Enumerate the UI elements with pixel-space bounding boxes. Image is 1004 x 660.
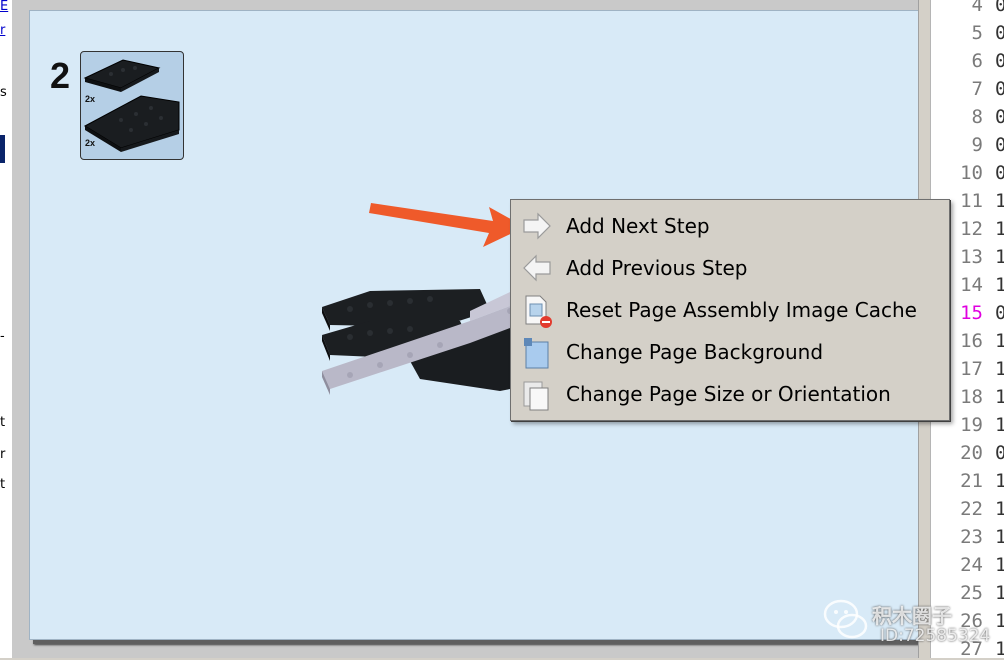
code-line[interactable]: 0 [995, 442, 1004, 464]
line-number: 10 [960, 162, 983, 184]
watermark-id: ID:72585324 [880, 626, 991, 646]
part-wedge-plate-image [83, 95, 180, 149]
line-number: 20 [960, 442, 983, 464]
code-line[interactable]: 1 [995, 414, 1004, 436]
menu-item-label: Reset Page Assembly Image Cache [566, 298, 917, 322]
menu-item-add-previous-step[interactable]: Add Previous Step [512, 248, 948, 288]
menu-item-label: Add Next Step [566, 214, 710, 238]
menu-item-label: Change Page Size or Orientation [566, 382, 891, 406]
left-fragment[interactable]: r [0, 24, 5, 38]
line-number: 6 [971, 50, 983, 72]
menu-item-change-page-background[interactable]: Change Page Background [512, 332, 948, 372]
page-background-icon [512, 332, 558, 372]
line-number: 21 [960, 470, 983, 492]
code-line[interactable]: 1 [995, 358, 1004, 380]
watermark-title: 积木圈子 [872, 604, 952, 628]
code-line[interactable]: 0 [995, 0, 1004, 16]
line-number: 5 [971, 22, 983, 44]
left-fragment: - [0, 329, 5, 344]
code-line[interactable]: 1 [995, 330, 1004, 352]
menu-item-label: Add Previous Step [566, 256, 748, 280]
line-number: 4 [971, 0, 983, 16]
menu-item-change-page-size[interactable]: Change Page Size or Orientation [512, 374, 948, 414]
wechat-logo-icon [823, 599, 868, 639]
code-line[interactable]: 1 [995, 498, 1004, 520]
menu-item-label: Change Page Background [566, 340, 824, 364]
code-line[interactable]: 1 [995, 386, 1004, 408]
arrow-right-icon [512, 206, 558, 246]
part-quantity: 2x [85, 138, 96, 148]
line-number: 7 [971, 78, 983, 100]
reset-cache-icon [512, 290, 558, 330]
code-line[interactable]: 1 [995, 470, 1004, 492]
code-line[interactable]: 1 [995, 246, 1004, 268]
code-line[interactable]: 0 [995, 78, 1004, 100]
code-line[interactable]: 0 [995, 106, 1004, 128]
selection-bar [0, 135, 5, 163]
part-quantity: 2x [85, 94, 96, 104]
line-number: 9 [971, 134, 983, 156]
code-line[interactable]: 1 [995, 526, 1004, 548]
menu-item-add-next-step[interactable]: Add Next Step [512, 206, 948, 246]
step-number[interactable]: 2 [50, 55, 70, 97]
page-size-icon [512, 374, 558, 414]
left-fragment: t [0, 477, 6, 492]
code-line[interactable]: 0 [995, 302, 1004, 324]
line-number: 23 [960, 526, 983, 548]
menu-item-reset-image-cache[interactable]: Reset Page Assembly Image Cache [512, 290, 948, 330]
code-line[interactable]: 0 [995, 134, 1004, 156]
left-fragment[interactable]: E [0, 0, 8, 14]
line-number: 8 [971, 106, 983, 128]
parts-list-images [83, 59, 180, 152]
line-number: 22 [960, 498, 983, 520]
left-fragment: t [0, 415, 6, 430]
code-line[interactable]: 0 [995, 22, 1004, 44]
line-number: 24 [960, 554, 983, 576]
arrow-left-icon [512, 248, 558, 288]
code-line[interactable]: 0 [995, 162, 1004, 184]
context-menu: Add Next Step Add Previous Step Reset Pa… [510, 199, 950, 421]
code-line[interactable]: 1 [995, 274, 1004, 296]
left-fragment: r [0, 447, 6, 462]
code-line[interactable]: 0 [995, 50, 1004, 72]
left-fragment: s [0, 85, 7, 100]
code-line[interactable]: 1 [995, 554, 1004, 576]
parts-list-callout[interactable]: 2x 2x [80, 51, 184, 160]
watermark: 积木圈子 ID:72585324 [822, 594, 997, 654]
code-line[interactable]: 1 [995, 190, 1004, 212]
code-line[interactable]: 1 [995, 218, 1004, 240]
